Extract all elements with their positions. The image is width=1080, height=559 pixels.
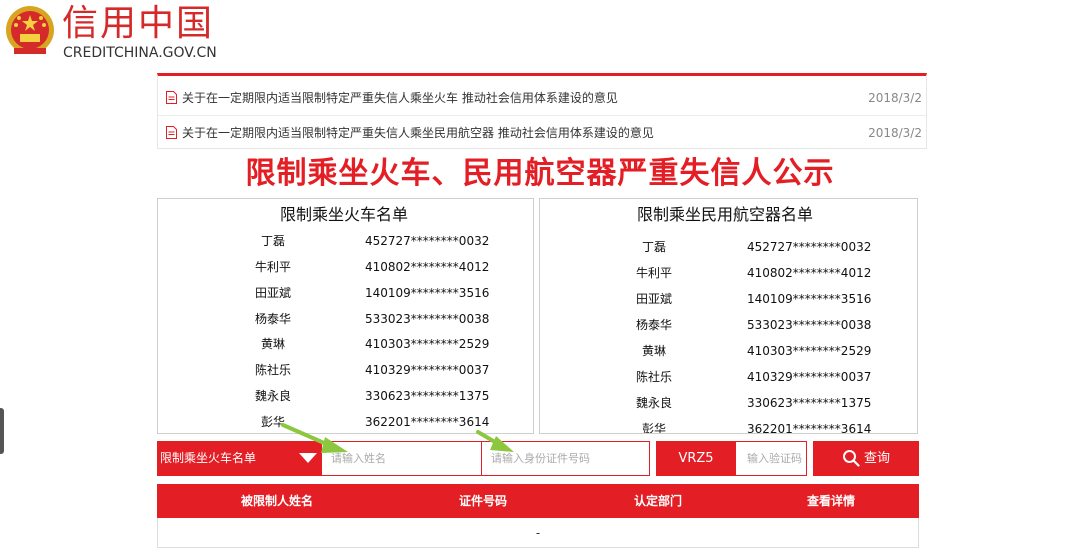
captcha-input[interactable] <box>735 441 807 476</box>
news-item[interactable]: 关于在一定期限内适当限制特定严重失信人乘坐火车 推动社会信用体系建设的意见 20… <box>158 81 926 116</box>
search-icon <box>842 450 860 467</box>
id-number: 410802********4012 <box>747 266 872 280</box>
id-number: 330623********1375 <box>365 389 490 403</box>
id-number: 362201********3614 <box>747 422 872 434</box>
news-item[interactable]: 关于在一定期限内适当限制特定严重失信人乘坐民用航空器 推动社会信用体系建设的意见… <box>158 116 926 150</box>
results-header: 被限制人姓名 证件号码 认定部门 查看详情 <box>157 484 919 518</box>
news-title[interactable]: 关于在一定期限内适当限制特定严重失信人乘坐民用航空器 推动社会信用体系建设的意见 <box>182 116 654 150</box>
column-header: 证件号码 <box>458 494 507 508</box>
train-restriction-list[interactable]: 限制乘坐火车名单 丁磊 452727********0032 牛利平 410802*… <box>157 198 534 434</box>
person-name: 牛利平 <box>635 266 672 280</box>
news-title[interactable]: 关于在一定期限内适当限制特定严重失信人乘坐火车 推动社会信用体系建设的意见 <box>182 81 618 115</box>
id-number: 330623********1375 <box>747 396 872 410</box>
query-button[interactable]: 查询 <box>813 441 919 476</box>
id-number: 410329********0037 <box>747 370 872 384</box>
name-input[interactable] <box>321 441 482 476</box>
column-header: 查看详情 <box>806 494 855 508</box>
person-name: 田亚斌 <box>254 286 291 300</box>
id-number: 452727********0032 <box>747 240 872 254</box>
news-date: 2018/3/2 <box>868 126 922 140</box>
document-icon <box>166 91 177 104</box>
news-date: 2018/3/2 <box>868 91 922 105</box>
person-name: 丁磊 <box>641 240 666 254</box>
page-headline: 限制乘坐火车、民用航空器严重失信人公示 <box>245 156 835 191</box>
id-number-input[interactable] <box>481 441 650 476</box>
news-list: 关于在一定期限内适当限制特定严重失信人乘坐火车 推动社会信用体系建设的意见 20… <box>157 73 927 149</box>
person-name: 牛利平 <box>254 260 291 274</box>
id-number: 410303********2529 <box>365 337 490 351</box>
person-name: 魏永良 <box>635 396 672 410</box>
id-number: 410303********2529 <box>747 344 872 358</box>
side-scroll-handle[interactable] <box>0 408 4 454</box>
person-name: 陈社乐 <box>635 370 672 384</box>
person-name: 彭华 <box>641 422 666 434</box>
id-number: 140109********3516 <box>747 292 872 306</box>
column-header: 被限制人姓名 <box>240 494 313 508</box>
person-name: 彭华 <box>260 415 285 429</box>
person-name: 杨泰华 <box>635 318 672 332</box>
results-body: - <box>157 518 919 548</box>
person-name: 黄琳 <box>641 344 666 358</box>
list-title: 限制乘坐民用航空器名单 <box>637 205 814 224</box>
id-number: 410802********4012 <box>365 260 490 274</box>
id-number: 533023********0038 <box>365 312 490 326</box>
captcha-image[interactable]: VRZ5 <box>656 441 736 476</box>
id-number: 410329********0037 <box>365 363 490 377</box>
list-type-select[interactable]: 限制乘坐火车名单 <box>157 441 321 476</box>
person-name: 杨泰华 <box>254 312 291 326</box>
person-name: 田亚斌 <box>635 292 672 306</box>
brand-domain: CREDITCHINA.GOV.CN <box>63 45 217 61</box>
id-number: 452727********0032 <box>365 234 490 248</box>
flight-restriction-list[interactable]: 限制乘坐民用航空器名单 丁磊 452727********0032 牛利平 4108… <box>539 198 918 434</box>
list-title: 限制乘坐火车名单 <box>280 205 409 224</box>
id-number: 533023********0038 <box>747 318 872 332</box>
person-name: 陈社乐 <box>254 363 291 377</box>
caret-down-icon[interactable] <box>299 453 317 463</box>
id-number: 362201********3614 <box>365 415 490 429</box>
query-label: 查询 <box>863 451 890 466</box>
national-emblem-icon <box>6 6 54 54</box>
document-icon <box>166 126 177 139</box>
person-name: 黄琳 <box>260 337 285 351</box>
brand-title[interactable]: 信用中国 <box>62 2 214 46</box>
person-name: 丁磊 <box>260 234 285 248</box>
column-header: 认定部门 <box>633 494 682 508</box>
person-name: 魏永良 <box>254 389 291 403</box>
empty-result: - <box>535 526 541 540</box>
id-number: 140109********3516 <box>365 286 490 300</box>
